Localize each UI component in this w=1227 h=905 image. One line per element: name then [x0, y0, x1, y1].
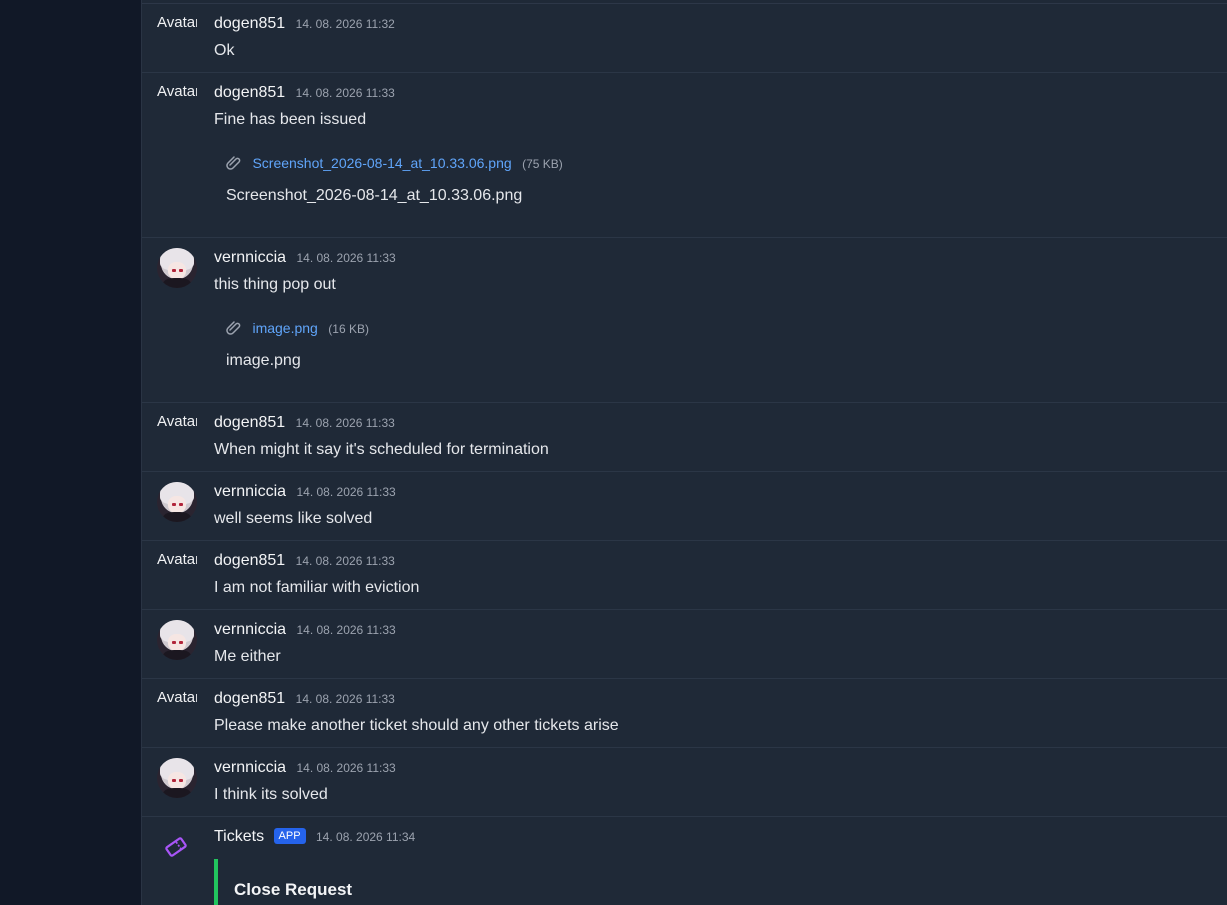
- app-badge: APP: [273, 828, 306, 844]
- message-author[interactable]: dogen851: [214, 414, 285, 431]
- attachment-caption: Screenshot_2026-08-14_at_10.33.06.png: [226, 187, 523, 204]
- message-timestamp: 14. 08. 2026 11:33: [295, 416, 395, 430]
- avatar-image: [157, 248, 197, 288]
- avatar: Avatar: [157, 83, 197, 123]
- message-author[interactable]: vernniccia: [214, 249, 286, 266]
- embed-card: Close Request: [214, 859, 518, 905]
- avatar-image: [157, 620, 197, 660]
- avatar[interactable]: [157, 620, 197, 660]
- avatar-image: [157, 758, 197, 798]
- message-author[interactable]: dogen851: [214, 15, 285, 32]
- message: vernniccia 14. 08. 2026 11:33 this thing…: [142, 238, 1227, 403]
- ticket-icon: [165, 837, 187, 857]
- paperclip-icon: [226, 156, 241, 170]
- message-timestamp: 14. 08. 2026 11:34: [316, 830, 416, 844]
- message-text: well seems like solved: [214, 510, 373, 527]
- avatar-alt-text: Avatar: [157, 413, 197, 430]
- message-timestamp: 14. 08. 2026 11:33: [295, 554, 395, 568]
- avatar-image: [157, 482, 197, 522]
- message-author[interactable]: vernniccia: [214, 621, 286, 638]
- message: Avatar dogen851 14. 08. 2026 11:33 When …: [142, 403, 1227, 472]
- attachment: image.png (16 KB): [226, 320, 369, 338]
- embed-title: Close Request: [234, 880, 353, 899]
- message-author[interactable]: dogen851: [214, 84, 285, 101]
- avatar[interactable]: [157, 758, 197, 798]
- message-text: Ok: [214, 42, 235, 59]
- attachment-size: (16 KB): [328, 322, 369, 336]
- message-text: Fine has been issued: [214, 111, 367, 128]
- message-author[interactable]: Tickets: [214, 828, 264, 845]
- message-author[interactable]: vernniccia: [214, 483, 286, 500]
- avatar[interactable]: [157, 248, 197, 288]
- message-text: Please make another ticket should any ot…: [214, 717, 619, 734]
- paperclip-icon: [226, 321, 241, 335]
- attachment-caption: image.png: [226, 352, 301, 369]
- message-text: I am not familiar with eviction: [214, 579, 420, 596]
- message-author[interactable]: dogen851: [214, 552, 285, 569]
- attachment-size: (75 KB): [522, 157, 563, 171]
- message-text: When might it say it's scheduled for ter…: [214, 441, 549, 458]
- message-author[interactable]: vernniccia: [214, 759, 286, 776]
- message-author[interactable]: dogen851: [214, 690, 285, 707]
- message-timestamp: 14. 08. 2026 11:33: [296, 485, 396, 499]
- message-text: this thing pop out: [214, 276, 336, 293]
- attachment-link[interactable]: Screenshot_2026-08-14_at_10.33.06.png: [252, 155, 511, 171]
- message-text: Me either: [214, 648, 281, 665]
- message: Tickets APP 14. 08. 2026 11:34 Close Req…: [142, 817, 1227, 905]
- message: Avatar dogen851 14. 08. 2026 11:33 Fine …: [142, 73, 1227, 238]
- message-timestamp: 14. 08. 2026 11:33: [296, 623, 396, 637]
- message-list[interactable]: Avatar dogen851 14. 08. 2026 11:32 Ok Av…: [141, 0, 1227, 905]
- message-text: I think its solved: [214, 786, 328, 803]
- message: vernniccia 14. 08. 2026 11:33 well seems…: [142, 472, 1227, 541]
- left-sidebar: [0, 0, 141, 905]
- message-timestamp: 14. 08. 2026 11:33: [295, 692, 395, 706]
- attachment: Screenshot_2026-08-14_at_10.33.06.png (7…: [226, 155, 563, 173]
- message: Avatar dogen851 14. 08. 2026 11:32 Ok: [142, 4, 1227, 73]
- message-timestamp: 14. 08. 2026 11:33: [296, 251, 396, 265]
- attachment-link[interactable]: image.png: [252, 320, 317, 336]
- avatar: Avatar: [157, 14, 197, 54]
- avatar-alt-text: Avatar: [157, 14, 197, 31]
- avatar: Avatar: [157, 689, 197, 729]
- message-timestamp: 14. 08. 2026 11:33: [295, 86, 395, 100]
- chat-app: Avatar dogen851 14. 08. 2026 11:32 Ok Av…: [0, 0, 1227, 905]
- message-timestamp: 14. 08. 2026 11:33: [296, 761, 396, 775]
- message: Avatar dogen851 14. 08. 2026 11:33 I am …: [142, 541, 1227, 610]
- avatar: Avatar: [157, 551, 197, 591]
- avatar-alt-text: Avatar: [157, 551, 197, 568]
- message: vernniccia 14. 08. 2026 11:33 I think it…: [142, 748, 1227, 817]
- avatar-alt-text: Avatar: [157, 83, 197, 100]
- message: Avatar dogen851 14. 08. 2026 11:33 Pleas…: [142, 679, 1227, 748]
- avatar[interactable]: [157, 482, 197, 522]
- message: vernniccia 14. 08. 2026 11:33 Me either: [142, 610, 1227, 679]
- avatar: Avatar: [157, 413, 197, 453]
- message-timestamp: 14. 08. 2026 11:32: [295, 17, 395, 31]
- avatar-alt-text: Avatar: [157, 689, 197, 706]
